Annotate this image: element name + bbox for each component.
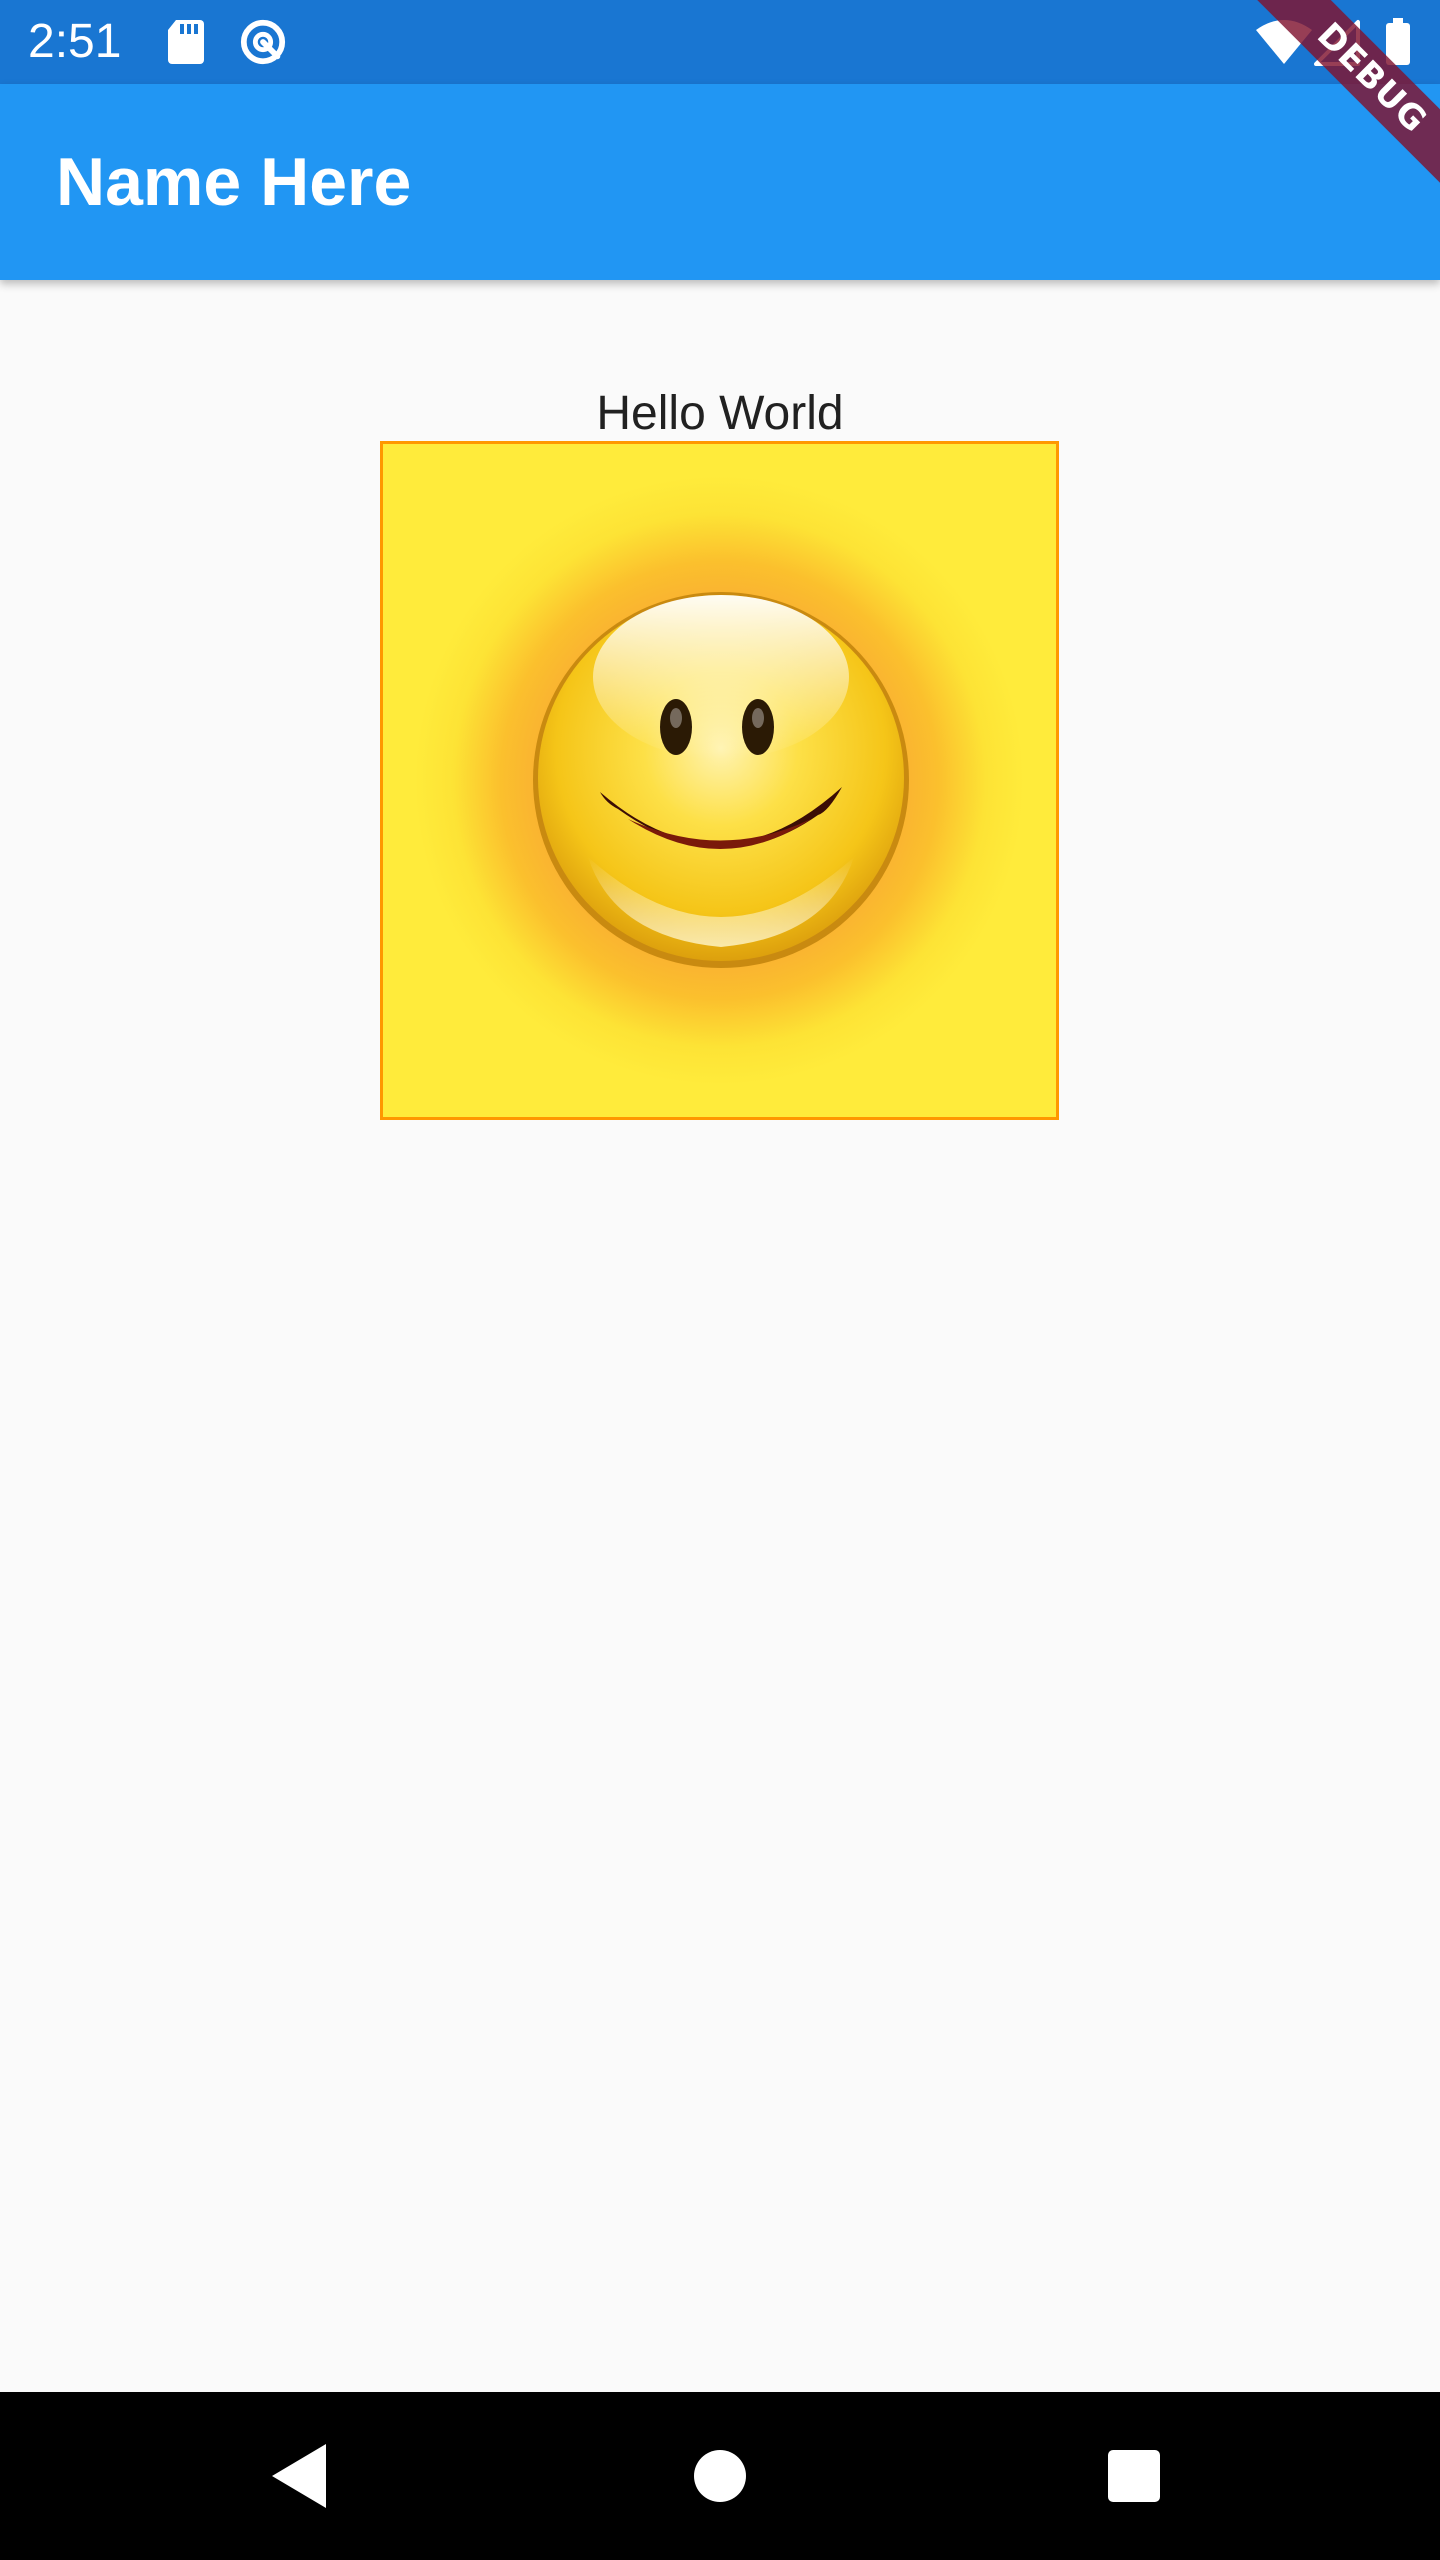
- sync-circle-icon: [240, 19, 286, 65]
- navigation-bar: [0, 2392, 1440, 2560]
- recents-icon[interactable]: [1094, 2436, 1174, 2516]
- app-bar: Name Here: [0, 84, 1440, 280]
- page-title: Name Here: [56, 144, 412, 220]
- status-bar: 2:51: [0, 0, 1440, 84]
- wifi-icon: [1256, 20, 1312, 64]
- smiley-image: [380, 441, 1059, 1120]
- home-icon[interactable]: [680, 2436, 760, 2516]
- back-icon[interactable]: [260, 2436, 340, 2516]
- cell-signal-icon: [1314, 20, 1360, 66]
- sd-card-icon: [168, 20, 204, 64]
- status-time: 2:51: [28, 15, 122, 68]
- smiley-face-icon: [533, 592, 909, 968]
- battery-icon: [1386, 18, 1410, 65]
- greeting-text: Hello World: [596, 387, 844, 440]
